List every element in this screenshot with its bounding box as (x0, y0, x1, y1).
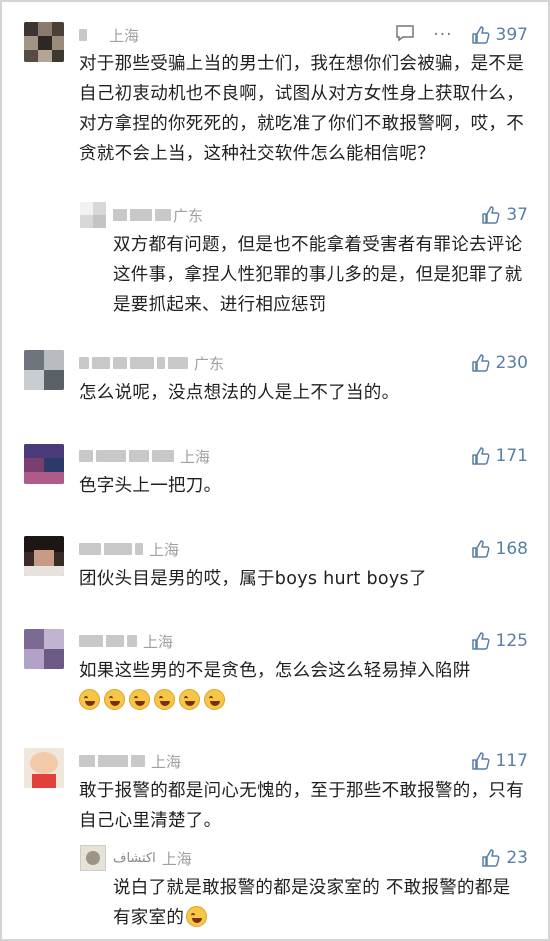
reply-actions: 37 (481, 204, 528, 226)
emoji-laugh-tears-icon (79, 689, 100, 710)
emoji-laugh-tears-icon (129, 689, 150, 710)
comment-meta: 上海 (79, 445, 210, 467)
like-count: 37 (506, 205, 528, 225)
location-label: 上海 (161, 849, 192, 868)
avatar[interactable] (24, 629, 64, 669)
like-button[interactable]: 23 (481, 848, 528, 868)
like-button[interactable]: 125 (471, 631, 528, 651)
emoji-laugh-tears-icon (186, 906, 208, 927)
like-button[interactable]: 37 (481, 205, 528, 225)
comment-text-body: 如果这些男的不是贪色，怎么会这么轻易掉入陷阱 (79, 661, 471, 681)
reply-username[interactable]: اكتشاف (113, 851, 156, 866)
comment-actions: 117 (471, 750, 528, 772)
like-button[interactable]: 117 (471, 751, 528, 771)
username[interactable] (79, 635, 137, 647)
avatar[interactable] (24, 350, 64, 390)
emoji-laugh-tears-icon (204, 689, 225, 710)
location-label: 上海 (149, 540, 180, 559)
username[interactable] (79, 543, 143, 555)
message-icon[interactable] (395, 24, 415, 46)
like-count: 23 (506, 848, 528, 868)
thumbs-up-icon (471, 752, 490, 770)
comment-meta: 上海 (79, 630, 173, 652)
reply-meta: 广东 (113, 204, 203, 226)
comment-actions: 125 (471, 630, 528, 652)
emoji-laugh-tears-icon (154, 689, 175, 710)
emoji-laugh-tears-icon (104, 689, 125, 710)
reply-avatar[interactable] (80, 845, 106, 871)
avatar[interactable] (24, 536, 64, 576)
comment-text: 怎么说呢，没点想法的人是上不了当的。 (79, 383, 400, 403)
like-count: 397 (495, 25, 528, 45)
comment-text: 团伙头目是男的哎，属于boys hurt boys了 (79, 569, 427, 589)
avatar[interactable] (24, 748, 64, 788)
reply-meta: اكتشاف 上海 (113, 847, 192, 869)
like-button[interactable]: 397 (471, 25, 528, 45)
avatar[interactable] (24, 444, 64, 484)
username[interactable] (79, 357, 188, 369)
reply-username[interactable] (113, 209, 171, 221)
location-label: 上海 (109, 26, 140, 45)
location-label: 上海 (180, 447, 211, 466)
thumbs-up-icon (471, 540, 490, 558)
location-label: 上海 (143, 632, 174, 651)
thumbs-up-icon (482, 206, 500, 224)
comment-actions: ··· 397 (395, 24, 528, 46)
reply-text-body: 说白了就是敢报警的都是没家室的 不敢报警的都是有家室的 (113, 878, 511, 928)
username[interactable] (79, 29, 87, 41)
location-label: 广东 (173, 206, 204, 225)
comment-list: 上海 ··· 397 对于那些受骗上当的男士们，我在想你们会被骗，是不是自己初衷… (2, 2, 548, 939)
like-count: 230 (495, 353, 528, 373)
comment-actions: 171 (471, 445, 528, 467)
like-count: 117 (495, 751, 528, 771)
location-label: 上海 (151, 752, 182, 771)
comment-meta: 上海 (79, 750, 181, 772)
comment-text: 色字头上一把刀。 (79, 476, 222, 496)
like-count: 171 (495, 446, 528, 466)
thumbs-up-icon (471, 354, 490, 372)
comment-meta: 上海 (79, 538, 179, 560)
thumbs-up-icon (471, 26, 490, 44)
like-button[interactable]: 230 (471, 353, 528, 373)
thumbs-up-icon (482, 849, 500, 867)
comment-text: 对于那些受骗上当的男士们，我在想你们会被骗，是不是自己初衷动机也不良啊，试图从对… (79, 54, 524, 164)
like-button[interactable]: 168 (471, 539, 528, 559)
username[interactable] (79, 755, 145, 767)
like-button[interactable]: 171 (471, 446, 528, 466)
comment-actions: 168 (471, 538, 528, 560)
comment-meta: 上海 (79, 24, 139, 46)
avatar[interactable] (24, 22, 64, 62)
like-count: 125 (495, 631, 528, 651)
reply-text: 说白了就是敢报警的都是没家室的 不敢报警的都是有家室的 (113, 873, 526, 933)
comment-text: 如果这些男的不是贪色，怎么会这么轻易掉入陷阱 (79, 656, 526, 716)
reply-avatar[interactable] (80, 202, 106, 228)
username[interactable] (79, 450, 174, 462)
reply-actions: 23 (481, 847, 528, 869)
reply-text: 双方都有问题，但是也不能拿着受害者有罪论去评论这件事，拿捏人性犯罪的事儿多的是，… (113, 235, 523, 315)
location-label: 广东 (194, 354, 225, 373)
emoji-laugh-tears-icon (179, 689, 200, 710)
comment-actions: 230 (471, 352, 528, 374)
thumbs-up-icon (471, 447, 490, 465)
thumbs-up-icon (471, 632, 490, 650)
more-icon[interactable]: ··· (433, 25, 452, 45)
comment-meta: 广东 (79, 352, 224, 374)
comment-text: 敢于报警的都是问心无愧的，至于那些不敢报警的，只有自己心里清楚了。 (79, 781, 524, 831)
like-count: 168 (495, 539, 528, 559)
